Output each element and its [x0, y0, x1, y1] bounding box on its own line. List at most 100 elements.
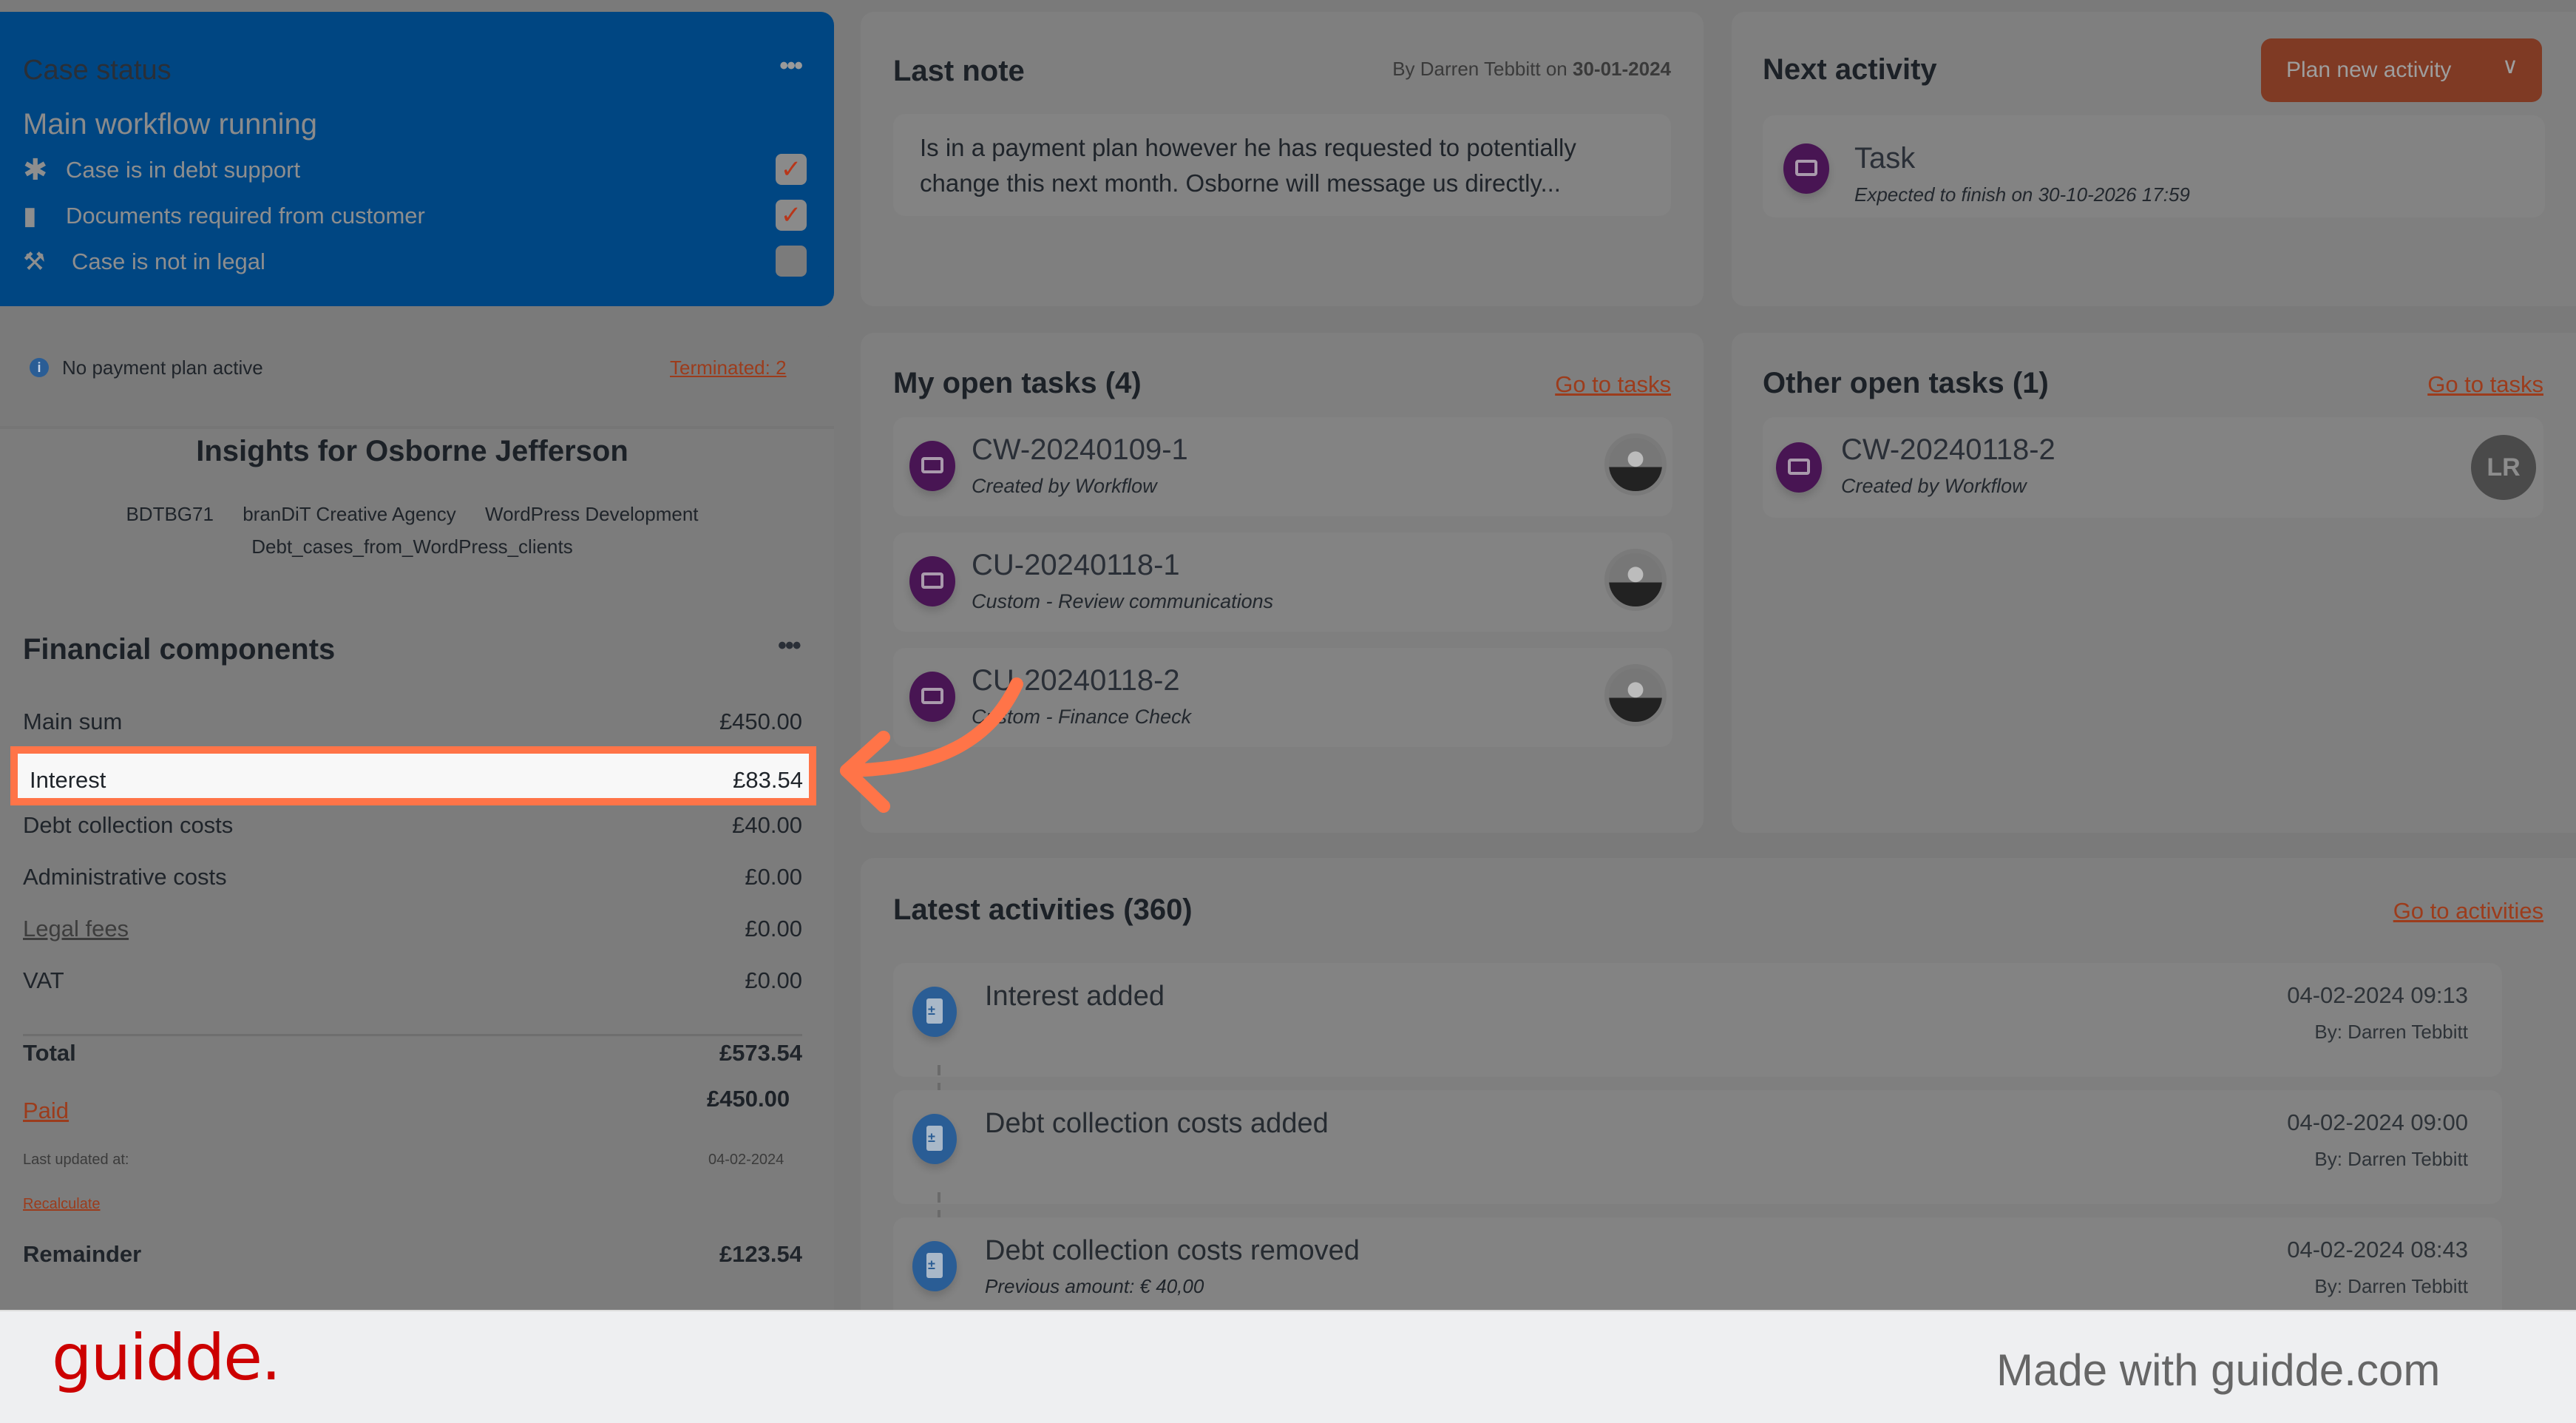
activity-date: 04-02-2024 09:13 — [2287, 982, 2468, 1008]
row-label: Main sum — [23, 709, 123, 734]
case-status-menu-icon[interactable]: ••• — [779, 52, 803, 81]
status-item-label: Case is not in legal — [72, 249, 265, 274]
task-id: CU-20240118-1 — [972, 549, 1180, 581]
assignee-avatar-initials: LR — [2471, 435, 2536, 500]
financial-row-total: Total £573.54 — [23, 1034, 802, 1071]
status-item-debt-support: ✱ Case is in debt support ✓ — [23, 154, 807, 191]
document-icon: ▮ — [23, 202, 37, 230]
insight-tag: branDiT Creative Agency — [243, 503, 456, 525]
task-id: CW-20240118-2 — [1841, 433, 2055, 466]
insight-tag: BDTBG71 — [126, 503, 214, 525]
my-tasks-title: My open tasks (4) — [893, 367, 1142, 399]
plan-new-activity-button[interactable]: Plan new activity ∨ — [2261, 38, 2542, 102]
activity-title: Interest added — [985, 981, 1165, 1012]
case-status-subtitle: Main workflow running — [23, 108, 317, 141]
terminated-link[interactable]: Terminated: 2 — [670, 356, 787, 379]
made-with-guidde: Made with guidde.com — [1996, 1345, 2441, 1395]
financial-row-vat: VAT £0.00 — [23, 961, 802, 998]
case-status-title: Case status — [23, 55, 172, 86]
row-label: Debt collection costs — [23, 812, 234, 838]
row-label: Administrative costs — [23, 864, 227, 890]
row-value: £0.00 — [745, 864, 802, 890]
last-note-card: Last note By Darren Tebbitt on 30-01-202… — [861, 12, 1704, 306]
insight-tag: Debt_cases_from_WordPress_clients — [251, 535, 573, 558]
latest-activities-title: Latest activities (360) — [893, 893, 1193, 926]
row-value: £450.00 — [719, 709, 802, 734]
go-to-tasks-link[interactable]: Go to tasks — [1555, 371, 1671, 398]
activity-item[interactable]: Interest added 04-02-2024 09:13 By: Darr… — [893, 963, 2502, 1077]
legal-fees-link[interactable]: Legal fees — [23, 916, 129, 942]
activity-detail: Previous amount: € 40,00 — [985, 1275, 1204, 1297]
gavel-icon: ⚒ — [23, 248, 46, 276]
activity-date: 04-02-2024 08:43 — [2287, 1237, 2468, 1263]
task-list-item[interactable]: CW-20240109-1 Created by Workflow — [893, 417, 1672, 516]
last-note-body[interactable]: Is in a payment plan however he has requ… — [893, 114, 1671, 216]
status-item-label: Case is in debt support — [66, 157, 301, 183]
task-subtitle: Created by Workflow — [1841, 475, 2027, 497]
activity-date: 04-02-2024 09:00 — [2287, 1109, 2468, 1135]
row-value: £83.54 — [733, 767, 803, 793]
recalculate-link[interactable]: Recalculate — [23, 1196, 101, 1213]
activity-title: Debt collection costs removed — [985, 1235, 1360, 1266]
insights-tags: BDTBG71 branDiT Creative Agency WordPres… — [0, 503, 824, 526]
task-icon — [909, 556, 955, 606]
assignee-avatar — [1604, 433, 1667, 496]
remainder-value: £123.54 — [719, 1241, 802, 1267]
row-value: £0.00 — [745, 967, 802, 993]
activity-author: By: Darren Tebbitt — [2314, 1021, 2468, 1043]
task-subtitle: Custom - Finance Check — [972, 706, 1192, 728]
row-value: £0.00 — [745, 916, 802, 942]
row-value: £40.00 — [732, 812, 802, 838]
activity-author: By: Darren Tebbitt — [2314, 1275, 2468, 1297]
other-tasks-title: Other open tasks (1) — [1763, 367, 2049, 399]
financial-document-icon — [912, 987, 957, 1037]
paid-link[interactable]: Paid — [23, 1098, 69, 1124]
assignee-avatar — [1604, 549, 1667, 611]
status-checkbox-checked[interactable]: ✓ — [776, 200, 807, 231]
paid-value: £450.00 — [707, 1086, 790, 1112]
task-list-item[interactable]: CU-20240118-1 Custom - Review communicat… — [893, 533, 1672, 632]
financial-document-icon — [912, 1241, 957, 1291]
other-open-tasks-card: Other open tasks (1) Go to tasks CW-2024… — [1732, 333, 2576, 833]
guidde-logo: guidde. — [52, 1321, 281, 1395]
financial-menu-icon[interactable]: ••• — [778, 632, 801, 660]
assignee-avatar — [1604, 664, 1667, 726]
insight-tag: WordPress Development — [485, 503, 699, 525]
financial-document-icon — [912, 1114, 957, 1164]
activity-item[interactable]: Debt collection costs added 04-02-2024 0… — [893, 1090, 2502, 1204]
financial-row-remainder: Remainder £123.54 — [23, 1235, 802, 1272]
activity-title: Debt collection costs added — [985, 1108, 1329, 1139]
task-icon — [1783, 143, 1829, 194]
task-title: Task — [1854, 142, 1916, 175]
next-activity-item[interactable]: Task Expected to finish on 30-10-2026 17… — [1763, 115, 2545, 217]
row-label: VAT — [23, 967, 64, 993]
go-to-tasks-link[interactable]: Go to tasks — [2427, 371, 2543, 398]
status-item-label: Documents required from customer — [66, 203, 425, 229]
last-note-date: 30-01-2024 — [1573, 58, 1671, 80]
go-to-activities-link[interactable]: Go to activities — [2393, 898, 2543, 925]
financial-row-legal-fees: Legal fees £0.00 — [23, 910, 802, 947]
task-icon — [909, 441, 955, 491]
row-label: Interest — [30, 767, 106, 793]
asterisk-icon: ✱ — [23, 154, 48, 186]
task-subtitle: Custom - Review communications — [972, 590, 1274, 612]
status-item-documents: ▮ Documents required from customer ✓ — [23, 200, 807, 237]
task-id: CW-20240109-1 — [972, 433, 1188, 466]
task-icon — [1776, 442, 1822, 493]
financial-components-title: Financial components — [23, 633, 336, 666]
last-note-text: Is in a payment plan however he has requ… — [920, 134, 1576, 197]
case-status-panel: Case status ••• Main workflow running ✱ … — [0, 12, 834, 306]
activity-author: By: Darren Tebbitt — [2314, 1148, 2468, 1170]
last-note-meta: By Darren Tebbitt on 30-01-2024 — [1392, 58, 1671, 81]
financial-row-debt-collection: Debt collection costs £40.00 — [23, 806, 802, 843]
task-list-item[interactable]: CU-20240118-2 Custom - Finance Check — [893, 648, 1672, 747]
financial-row-interest-highlighted[interactable]: Interest £83.54 — [10, 746, 816, 805]
chevron-down-icon: ∨ — [2502, 54, 2518, 78]
insights-title: Insights for Osborne Jefferson — [196, 435, 628, 467]
task-list-item[interactable]: CW-20240118-2 Created by Workflow LR — [1763, 417, 2543, 518]
next-activity-title: Next activity — [1763, 53, 1937, 86]
info-icon: i — [30, 358, 49, 377]
status-checkbox-unchecked[interactable] — [776, 246, 807, 277]
status-checkbox-checked[interactable]: ✓ — [776, 154, 807, 185]
last-note-author: By Darren Tebbitt on — [1392, 58, 1567, 80]
